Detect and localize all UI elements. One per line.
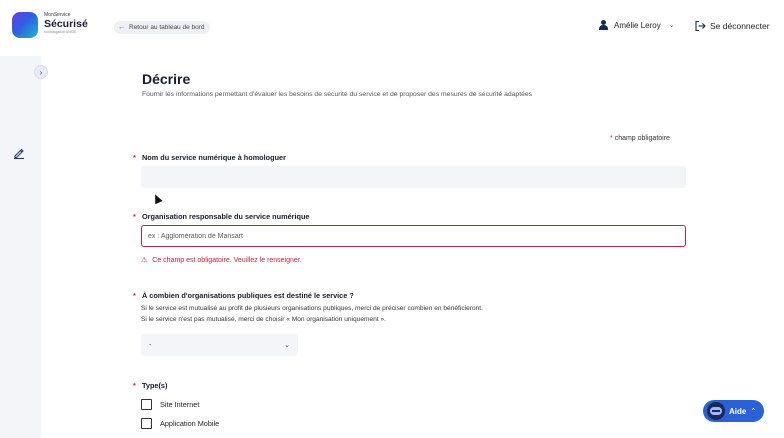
- checkbox[interactable]: [141, 399, 152, 410]
- service-name-label-text: Nom du service numérique à homologuer: [142, 153, 286, 162]
- logout-icon: [695, 20, 706, 32]
- logout-button[interactable]: Se déconnecter: [694, 20, 770, 32]
- organisation-error-text: Ce champ est obligatoire. Veuillez le re…: [152, 256, 302, 264]
- brand-tagline: homologation ANSSI: [44, 29, 77, 34]
- help-widget-button[interactable]: Aide ⌃: [703, 400, 765, 422]
- mouse-cursor: [151, 192, 163, 205]
- brand-main: Sécurisé: [44, 18, 88, 30]
- organisation-input[interactable]: [141, 225, 686, 247]
- type-option-label: Site Internet: [160, 400, 200, 409]
- required-star: *: [133, 212, 136, 221]
- user-name: Amélie Leroy: [614, 20, 661, 30]
- service-name-label: * Nom du service numérique à homologuer: [133, 153, 286, 162]
- brand-name[interactable]: MonService Sécurisé homologation ANSSI: [44, 13, 88, 34]
- types-label: * Type(s): [133, 381, 168, 390]
- service-name-input[interactable]: [141, 166, 686, 188]
- back-label: Retour au tableau de bord: [129, 24, 205, 31]
- type-option-label: Application Mobile: [160, 419, 220, 428]
- back-to-dashboard-button[interactable]: ← Retour au tableau de bord: [114, 21, 210, 34]
- type-option-application-mobile[interactable]: Application Mobile: [141, 418, 219, 429]
- public-orgs-label: * À combien d'organisations publiques es…: [133, 291, 354, 300]
- required-star: *: [133, 291, 136, 300]
- logout-label: Se déconnecter: [710, 21, 770, 31]
- public-orgs-select[interactable]: - ⌄: [141, 334, 298, 356]
- back-arrow-icon: ←: [118, 24, 125, 31]
- required-star: *: [610, 135, 613, 142]
- required-star: *: [133, 153, 136, 162]
- checkbox[interactable]: [141, 418, 152, 429]
- type-option-site-internet[interactable]: Site Internet: [141, 399, 199, 410]
- sidebar: [0, 56, 41, 438]
- types-label-text: Type(s): [142, 381, 168, 390]
- chevron-right-icon: ›: [39, 67, 43, 77]
- required-note: * champ obligatoire: [610, 135, 670, 142]
- required-note-text: champ obligatoire: [614, 135, 670, 142]
- user-icon: [599, 20, 608, 30]
- chevron-down-icon: ⌄: [668, 22, 675, 29]
- warning-icon: ⚠: [141, 257, 148, 264]
- page-subtitle: Fournir les informations permettant d'év…: [142, 91, 533, 98]
- chevron-up-icon: ⌃: [750, 408, 757, 415]
- organisation-error: ⚠ Ce champ est obligatoire. Veuillez le …: [141, 256, 302, 265]
- public-orgs-help-2: Si le service n'est pas mutualisé, merci…: [141, 316, 386, 323]
- required-star: *: [133, 381, 136, 390]
- robot-icon: [707, 402, 725, 420]
- help-widget-label: Aide: [729, 406, 747, 416]
- organisation-label-text: Organisation responsable du service numé…: [142, 212, 310, 221]
- sidebar-toggle-button[interactable]: ›: [34, 65, 48, 79]
- public-orgs-label-text: À combien d'organisations publiques est …: [142, 291, 354, 300]
- app-logo[interactable]: [12, 12, 38, 38]
- user-menu[interactable]: Amélie Leroy ⌄: [599, 20, 675, 30]
- page-title: Décrire: [142, 71, 191, 87]
- public-orgs-selected: -: [149, 341, 152, 349]
- pencil-icon[interactable]: [12, 146, 26, 160]
- app-header: MonService Sécurisé homologation ANSSI ←…: [0, 0, 784, 56]
- organisation-label: * Organisation responsable du service nu…: [133, 212, 310, 221]
- chevron-down-icon: ⌄: [284, 342, 290, 349]
- public-orgs-help-1: Si le service est mutualisé au profit de…: [141, 305, 483, 312]
